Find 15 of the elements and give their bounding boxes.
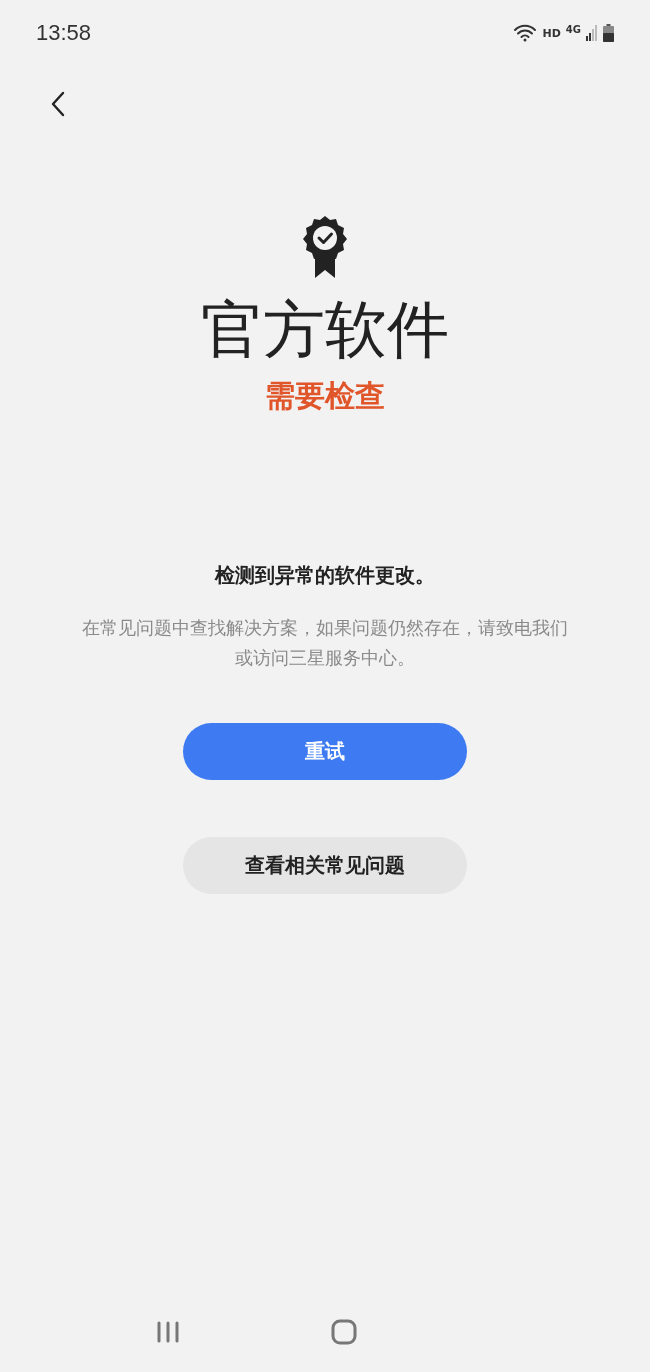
faq-button[interactable]: 查看相关常见问题 — [183, 837, 467, 894]
signal-icon — [586, 25, 598, 41]
message-heading: 检测到异常的软件更改。 — [215, 562, 435, 589]
recent-apps-icon — [155, 1321, 180, 1343]
message-description: 在常见问题中查找解决方案，如果问题仍然存在，请致电我们或访问三星服务中心。 — [81, 616, 569, 670]
network-label: 4G — [565, 24, 581, 35]
award-ribbon-icon — [303, 216, 347, 280]
hd-label: HD — [542, 26, 561, 40]
retry-button[interactable]: 重试 — [183, 723, 467, 780]
status-label: 需要检查 — [265, 377, 385, 415]
wifi-icon — [513, 24, 538, 42]
battery-icon — [603, 24, 614, 42]
page-title: 官方软件 — [201, 292, 449, 368]
home-icon — [331, 1319, 357, 1345]
status-time: 13:58 — [36, 20, 92, 46]
